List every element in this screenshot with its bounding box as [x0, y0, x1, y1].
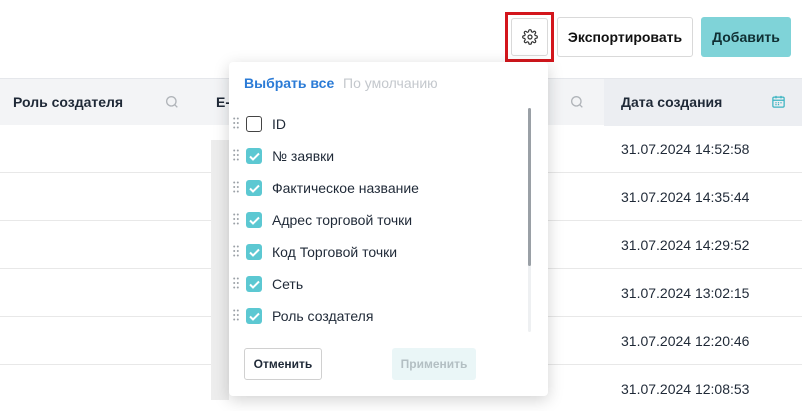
export-button[interactable]: Экспортировать [557, 17, 693, 57]
column-header-creator-role: Роль создателя [13, 94, 124, 110]
created-date-cell: 31.07.2024 12:20:46 [621, 333, 750, 349]
column-option-label: Сеть [272, 276, 304, 292]
reset-default-link[interactable]: По умолчанию [343, 75, 438, 91]
column-list: ID № заявки Фактическое название Адрес т… [229, 108, 529, 330]
column-checkbox[interactable] [246, 148, 262, 164]
calendar-icon[interactable] [771, 94, 786, 109]
check-icon [248, 248, 260, 257]
created-date-cell: 31.07.2024 14:29:52 [621, 237, 750, 253]
check-icon [248, 184, 260, 193]
column-option-label: Код Торговой точки [272, 244, 398, 260]
check-icon [248, 152, 260, 161]
settings-highlight [505, 12, 554, 62]
column-list-scrollbar[interactable] [528, 108, 531, 332]
search-icon[interactable] [164, 94, 180, 110]
gear-icon [521, 29, 538, 45]
column-option-store-code[interactable]: Код Торговой точки [229, 236, 529, 268]
created-date-cell: 31.07.2024 13:02:15 [621, 285, 750, 301]
column-checkbox[interactable] [246, 116, 262, 132]
search-icon[interactable] [569, 94, 585, 110]
drag-handle-icon[interactable] [233, 245, 239, 257]
column-option-label: Адрес торговой точки [272, 212, 413, 228]
drag-handle-icon[interactable] [233, 149, 239, 161]
column-checkbox[interactable] [246, 308, 262, 324]
drag-handle-icon[interactable] [233, 117, 239, 129]
column-header-created-date: Дата создания [621, 94, 723, 110]
column-option-label: № заявки [272, 148, 335, 164]
select-all-link[interactable]: Выбрать все [244, 75, 334, 91]
scrollbar-thumb[interactable] [528, 108, 531, 266]
check-icon [248, 216, 260, 225]
column-header-email: E- [216, 94, 230, 110]
column-checkbox[interactable] [246, 276, 262, 292]
column-settings-popup: Выбрать все По умолчанию ID № заявки Фак… [229, 62, 548, 396]
drag-handle-icon[interactable] [233, 309, 239, 321]
created-date-cell: 31.07.2024 14:52:58 [621, 141, 750, 157]
column-checkbox[interactable] [246, 212, 262, 228]
created-date-cell: 31.07.2024 14:35:44 [621, 189, 750, 205]
loading-placeholder [211, 140, 229, 400]
drag-handle-icon[interactable] [233, 277, 239, 289]
drag-handle-icon[interactable] [233, 181, 239, 193]
check-icon [248, 280, 260, 289]
column-option-creator-role[interactable]: Роль создателя [229, 300, 529, 330]
column-settings-button[interactable] [511, 18, 548, 56]
column-option-actual-name[interactable]: Фактическое название [229, 172, 529, 204]
drag-handle-icon[interactable] [233, 213, 239, 225]
add-button[interactable]: Добавить [701, 17, 791, 57]
cancel-button[interactable]: Отменить [244, 348, 322, 380]
column-option-store-address[interactable]: Адрес торговой точки [229, 204, 529, 236]
created-date-cell: 31.07.2024 12:08:53 [621, 381, 750, 397]
column-option-label: Роль создателя [272, 308, 374, 324]
check-icon [248, 312, 260, 321]
column-checkbox[interactable] [246, 244, 262, 260]
column-checkbox[interactable] [246, 180, 262, 196]
apply-button[interactable]: Применить [392, 348, 476, 380]
column-option-network[interactable]: Сеть [229, 268, 529, 300]
column-option-request-number[interactable]: № заявки [229, 140, 529, 172]
column-option-label: ID [272, 116, 286, 132]
column-option-label: Фактическое название [272, 180, 419, 196]
column-option-id[interactable]: ID [229, 108, 529, 140]
